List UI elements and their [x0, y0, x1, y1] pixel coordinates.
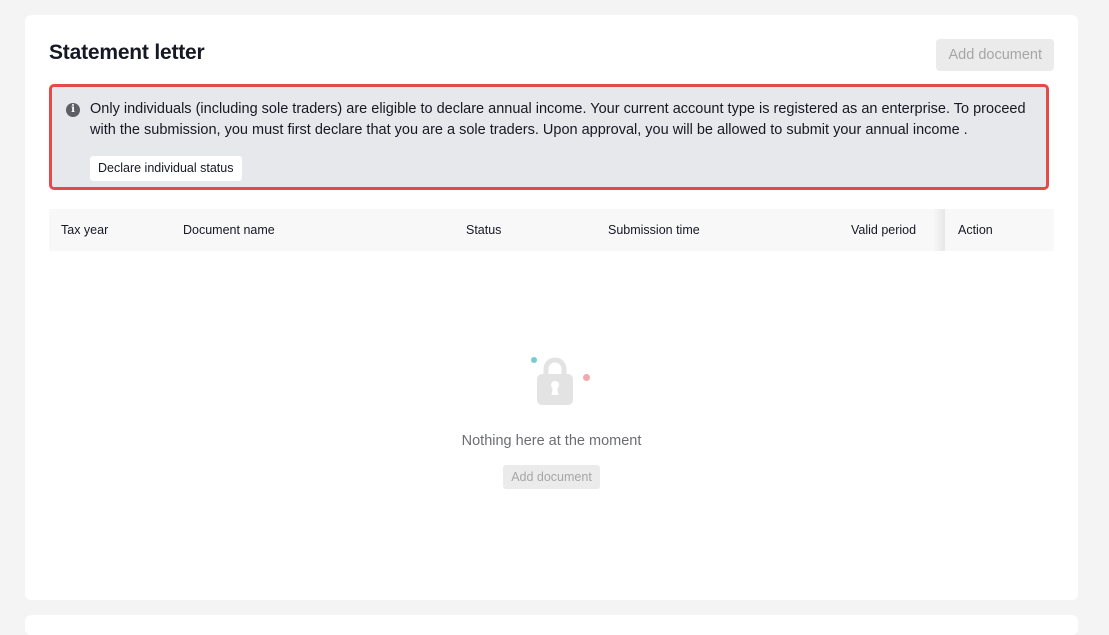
- info-icon: i: [66, 103, 80, 117]
- decorative-dot: [582, 374, 590, 381]
- sticky-column-shadow: [933, 209, 945, 251]
- page-title: Statement letter: [49, 41, 205, 64]
- add-document-button[interactable]: Add document: [936, 39, 1054, 71]
- column-header-submission-time[interactable]: Submission time: [608, 209, 700, 251]
- column-header-valid-period[interactable]: Valid period: [851, 209, 916, 251]
- table-header: Tax year Document name Status Submission…: [49, 209, 1054, 251]
- statement-letter-card: Statement letter Add document i Only ind…: [25, 15, 1078, 600]
- declare-individual-status-button[interactable]: Declare individual status: [90, 156, 242, 181]
- empty-state-illustration: [512, 345, 592, 407]
- empty-state-message: Nothing here at the moment: [461, 433, 642, 449]
- column-header-status[interactable]: Status: [466, 209, 501, 251]
- next-section-card: [25, 615, 1078, 635]
- notice-message: Only individuals (including sole traders…: [90, 101, 1026, 138]
- empty-state-add-document-button[interactable]: Add document: [503, 465, 600, 489]
- column-header-document-name[interactable]: Document name: [183, 209, 275, 251]
- column-header-tax-year[interactable]: Tax year: [61, 209, 108, 251]
- empty-state: Nothing here at the moment Add document: [49, 345, 1054, 489]
- column-header-action[interactable]: Action: [958, 209, 993, 251]
- eligibility-notice: i Only individuals (including sole trade…: [49, 84, 1049, 190]
- lock-icon: [536, 357, 573, 405]
